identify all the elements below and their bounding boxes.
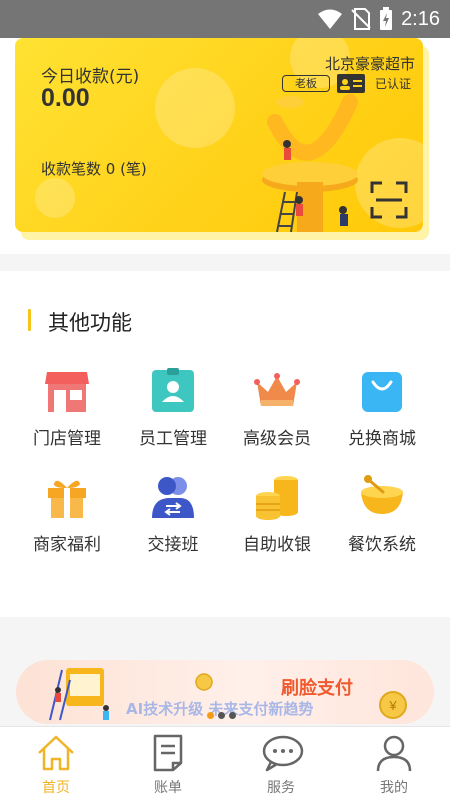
function-label: 餐饮系统	[348, 535, 416, 555]
banner-pagination	[207, 712, 236, 719]
function-label: 门店管理	[33, 429, 101, 449]
function-label: 交接班	[147, 535, 199, 555]
income-card[interactable]: 今日收款(元) 0.00 收款笔数 0 (笔) 北京豪豪超市 老板 已认证	[15, 38, 423, 232]
today-income-amount: 0.00	[41, 84, 90, 112]
pagination-dot	[207, 712, 214, 719]
service-chat-icon	[262, 735, 304, 772]
home-icon	[38, 735, 74, 771]
function-label: 兑换商城	[348, 429, 416, 449]
nav-profile[interactable]: 我的	[338, 727, 450, 800]
pagination-dot	[229, 712, 236, 719]
nav-label: 我的	[380, 780, 408, 796]
function-catering-system[interactable]: 餐饮系统	[326, 474, 438, 564]
verified-label: 已认证	[375, 77, 412, 91]
bill-icon	[153, 734, 183, 772]
function-label: 高级会员	[243, 429, 311, 449]
nav-label: 服务	[267, 780, 295, 796]
function-redeem-mall[interactable]: 兑换商城	[326, 368, 438, 458]
banner-title: 刷脸支付	[281, 678, 353, 699]
function-store-management[interactable]: 门店管理	[11, 368, 123, 458]
battery-charging-icon	[380, 7, 393, 30]
top-area: 今日收款(元) 0.00 收款笔数 0 (笔) 北京豪豪超市 老板 已认证	[0, 38, 450, 254]
payment-count-label: 收款笔数 0 (笔)	[41, 160, 147, 178]
nav-service[interactable]: 服务	[225, 727, 337, 800]
function-label: 员工管理	[139, 429, 207, 449]
status-bar: 2:16	[0, 0, 450, 38]
coin-icon	[195, 673, 213, 691]
store-icon	[45, 372, 89, 412]
other-functions-section: 其他功能 门店管理 员工管理 高级会员 兑换商城 商家福利 交接班 自助收银 餐…	[0, 271, 450, 617]
coin-icon: ¥	[379, 691, 407, 719]
scan-icon[interactable]	[370, 181, 408, 219]
money-illustration	[262, 94, 358, 232]
food-bowl-icon	[361, 475, 403, 514]
function-shift-handover[interactable]: 交接班	[117, 474, 229, 564]
nav-label: 账单	[154, 780, 182, 796]
shopping-bag-icon	[362, 372, 402, 412]
store-name: 北京豪豪超市	[324, 55, 415, 73]
nav-label: 首页	[42, 780, 70, 796]
bottom-navigation: 首页 账单 服务 我的	[0, 726, 450, 800]
crown-icon	[254, 373, 300, 406]
function-premium-member[interactable]: 高级会员	[221, 368, 333, 458]
function-merchant-benefits[interactable]: 商家福利	[11, 474, 123, 564]
banner-illustration	[49, 668, 109, 721]
employee-badge-icon	[152, 368, 194, 412]
function-self-checkout[interactable]: 自助收银	[221, 474, 333, 564]
wifi-icon	[318, 9, 343, 29]
nav-home[interactable]: 首页	[0, 727, 112, 800]
no-sim-icon	[351, 8, 371, 30]
nav-bill[interactable]: 账单	[112, 727, 224, 800]
svg-text:¥: ¥	[388, 698, 397, 713]
section-title: 其他功能	[28, 307, 132, 337]
function-employee-management[interactable]: 员工管理	[117, 368, 229, 458]
function-label: 商家福利	[33, 535, 101, 555]
pagination-dot	[218, 712, 225, 719]
coins-icon	[256, 476, 298, 520]
shift-handover-icon	[152, 477, 194, 518]
profile-icon	[376, 735, 412, 772]
function-label: 自助收银	[243, 535, 311, 555]
status-time: 2:16	[401, 7, 440, 30]
gift-icon	[48, 480, 86, 518]
